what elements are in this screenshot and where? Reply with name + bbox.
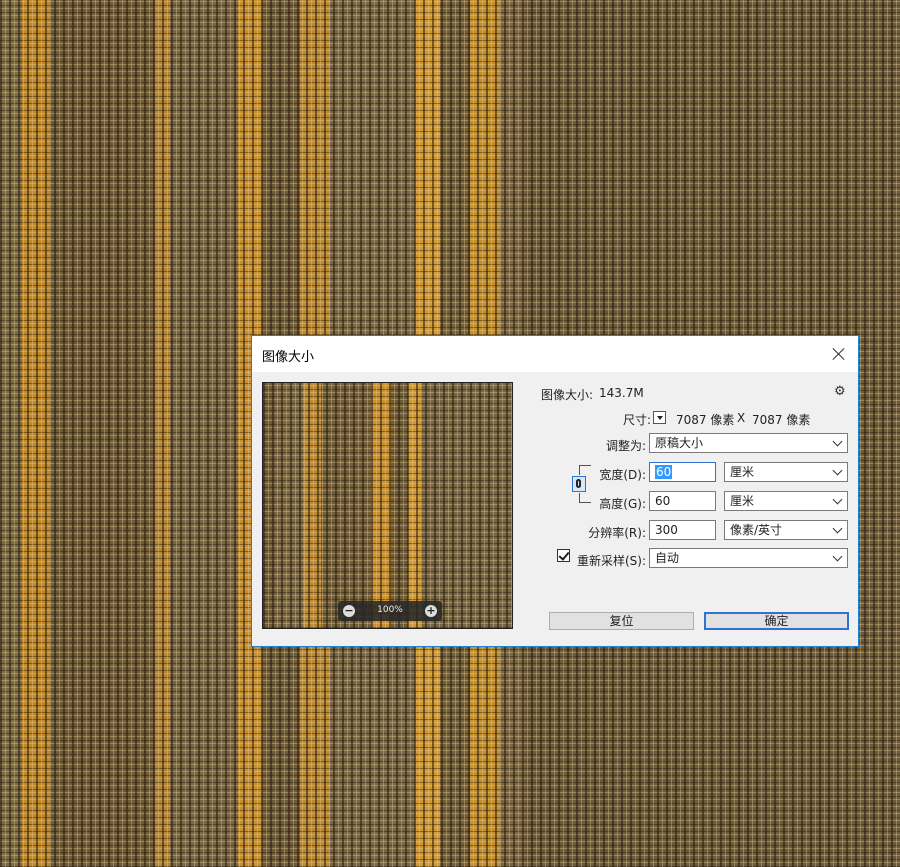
height-value: 60 xyxy=(655,494,671,508)
dimensions-separator: X xyxy=(737,411,746,425)
dialog-titlebar: 图像大小 xyxy=(252,336,858,372)
resample-checkbox[interactable] xyxy=(557,549,570,562)
reset-button[interactable]: 复位 xyxy=(549,612,694,630)
dimensions-unit-dropdown[interactable] xyxy=(653,411,666,424)
constrain-bracket-bottom xyxy=(579,493,591,503)
resample-label: 重新采样(S): xyxy=(576,554,646,568)
resample-select[interactable]: 自动 xyxy=(649,548,848,568)
chevron-down-icon xyxy=(832,465,843,476)
zoom-out-icon[interactable]: − xyxy=(343,605,355,617)
width-value: 60 xyxy=(655,465,673,479)
chain-link-icon[interactable] xyxy=(572,476,586,492)
resample-value: 自动 xyxy=(655,551,680,565)
constrain-bracket-top xyxy=(579,465,591,475)
width-unit-value: 厘米 xyxy=(730,465,755,479)
zoom-control: − 100% + xyxy=(338,601,442,621)
dialog-title: 图像大小 xyxy=(262,350,315,365)
fit-to-select[interactable]: 原稿大小 xyxy=(649,433,848,453)
height-unit-value: 厘米 xyxy=(730,494,755,508)
fit-to-value: 原稿大小 xyxy=(655,436,704,450)
width-unit-select[interactable]: 厘米 xyxy=(724,462,848,482)
chevron-down-icon xyxy=(832,436,843,447)
close-icon[interactable] xyxy=(826,342,852,366)
image-size-value: 143.7M xyxy=(599,386,644,400)
height-unit-select[interactable]: 厘米 xyxy=(724,491,848,511)
chevron-down-icon xyxy=(832,494,843,505)
dimensions-width: 7087 像素 xyxy=(676,413,735,427)
width-label: 宽度(D): xyxy=(599,468,646,482)
height-input[interactable]: 60 xyxy=(649,491,716,511)
ok-button[interactable]: 确定 xyxy=(704,612,849,630)
gear-icon[interactable]: ⚙ xyxy=(834,384,846,399)
fit-to-label: 调整为: xyxy=(605,439,646,453)
dimensions-label: 尺寸: xyxy=(622,413,651,427)
resolution-input[interactable]: 300 xyxy=(649,520,716,540)
resolution-value: 300 xyxy=(655,523,678,537)
image-size-dialog: 图像大小 − 100% + 图像大小: 143.7M ⚙ 尺寸: 7087 像素… xyxy=(251,335,859,647)
dimensions-height: 7087 像素 xyxy=(752,413,811,427)
zoom-in-icon[interactable]: + xyxy=(425,605,437,617)
resolution-label: 分辨率(R): xyxy=(588,526,646,540)
height-label: 高度(G): xyxy=(599,497,646,511)
image-size-label: 图像大小: xyxy=(540,388,593,402)
width-input[interactable]: 60 xyxy=(649,462,716,482)
resolution-unit-select[interactable]: 像素/英寸 xyxy=(724,520,848,540)
zoom-level: 100% xyxy=(377,605,403,615)
chevron-down-icon xyxy=(832,523,843,534)
resolution-unit-value: 像素/英寸 xyxy=(730,523,783,537)
chevron-down-icon xyxy=(832,551,843,562)
image-preview[interactable]: − 100% + xyxy=(262,382,513,629)
